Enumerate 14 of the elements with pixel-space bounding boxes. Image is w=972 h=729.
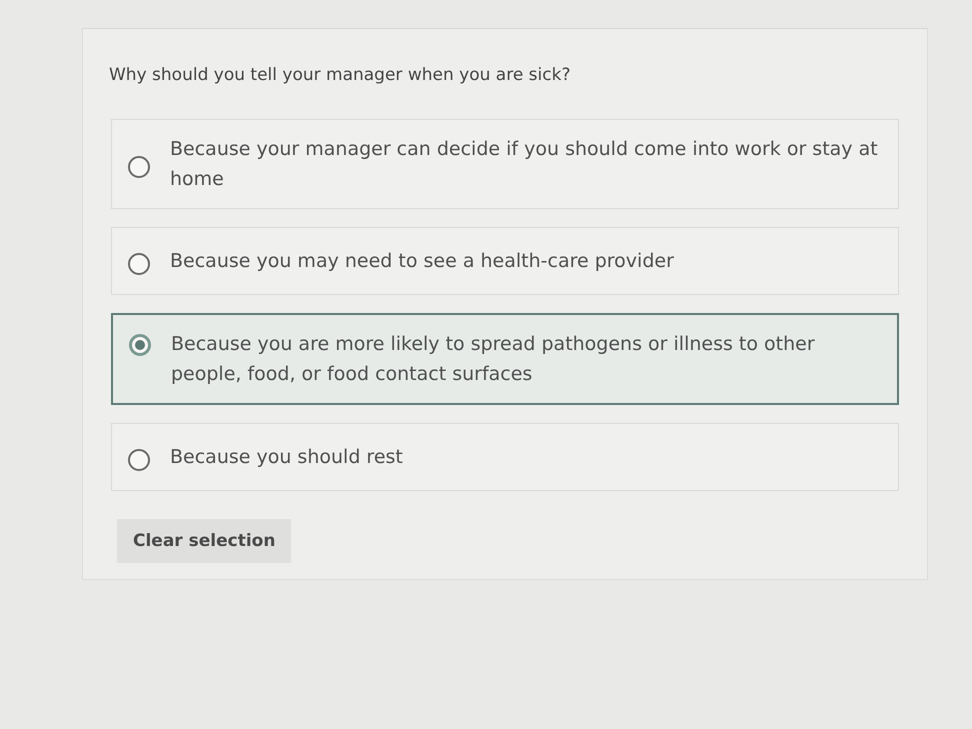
- answer-option[interactable]: Because your manager can decide if you should come into work or stay at home: [111, 119, 899, 209]
- option-label: Because you are more likely to spread pathogens or illness to other people, food, or food contact surfaces: [171, 332, 816, 387]
- answer-option[interactable]: Because you are more likely to spread pathogens or illness to other people, food, or food contact surfaces: [111, 313, 899, 405]
- option-label: Because you may need to see a health-care provider: [170, 249, 674, 274]
- question-text: Why should you tell your manager when you are sick?: [109, 65, 572, 85]
- answer-option[interactable]: Because you should rest: [111, 423, 899, 491]
- option-label: Because your manager can decide if you should come into work or stay at home: [170, 137, 878, 192]
- radio-button[interactable]: [128, 252, 150, 274]
- answer-option[interactable]: Because you may need to see a health-care provider: [111, 227, 899, 295]
- clear-selection-button[interactable]: Clear selection: [117, 519, 292, 563]
- radio-button[interactable]: [128, 448, 150, 470]
- radio-button[interactable]: [129, 334, 151, 356]
- radio-button[interactable]: [128, 156, 150, 178]
- option-label: Because you should rest: [170, 445, 403, 470]
